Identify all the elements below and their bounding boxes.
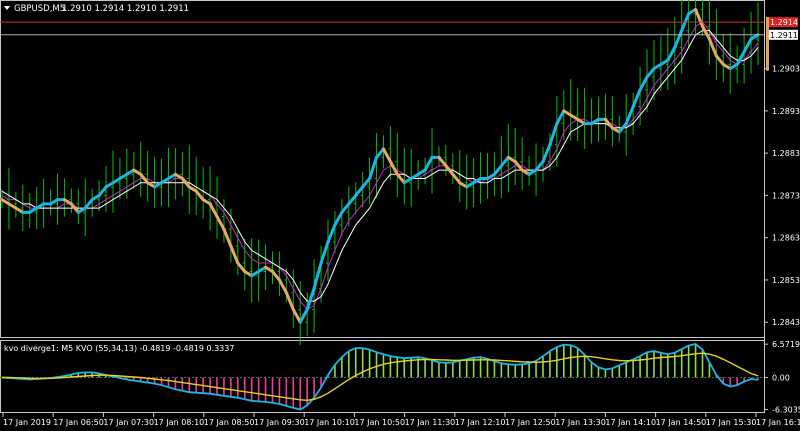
ask-price-label: 1.2914 [770, 18, 798, 27]
trend-segment [215, 215, 226, 231]
trend-segment [492, 164, 503, 176]
time-tick-label: 17 Jan 08:10 [154, 418, 205, 427]
time-tick-label: 17 Jan 09:30 [254, 418, 305, 427]
trend-segment [714, 54, 725, 66]
trend-segment [208, 202, 219, 219]
kvo-line [1, 343, 759, 411]
trend-segment [319, 240, 330, 265]
trend-segment [375, 147, 385, 159]
trend-segment [236, 261, 247, 273]
price-tick-label: 1.2883 [772, 149, 800, 158]
trend-segment [312, 261, 323, 290]
trend-segment [555, 109, 566, 126]
trend-segment [381, 147, 392, 164]
time-tick-label: 17 Jan 2019 [3, 418, 51, 427]
indicator-label: kvo diverge1: M5 KVO (55,34,13) -0.4819 … [4, 344, 234, 353]
trend-segment [83, 198, 94, 210]
price-tick-label: 1.2853 [772, 276, 800, 285]
trend-segment [194, 189, 205, 202]
price-tick-label: 1.2843 [772, 318, 800, 327]
time-tick-label: 17 Jan 08:50 [204, 418, 255, 427]
trend-segment [423, 155, 434, 172]
trend-segment [631, 88, 642, 109]
trend-segment [673, 29, 684, 49]
time-tick-label: 17 Jan 12:10 [455, 418, 506, 427]
time-tick-label: 17 Jan 10:50 [354, 418, 405, 427]
time-tick-label: 17 Jan 13:30 [555, 418, 606, 427]
ohlc-values: 1.2910 1.2914 1.2910 1.2911 [62, 4, 189, 14]
price-range-marker [766, 17, 769, 71]
trend-segment [291, 308, 302, 324]
trend-segment [229, 244, 240, 265]
time-tick-label: 17 Jan 12:50 [505, 418, 556, 427]
triangle-down-icon[interactable] [4, 6, 10, 10]
time-tick-label: 17 Jan 14:10 [605, 418, 656, 427]
current-price-label: 1.2911 [770, 31, 798, 40]
time-tick-label: 17 Jan 15:30 [706, 418, 757, 427]
candles [0, 0, 760, 346]
moving-averages [1, 21, 759, 311]
price-tick-label: 1.2873 [772, 191, 800, 200]
trend-segment [388, 160, 399, 176]
trend-segment [701, 24, 711, 41]
trend-segment [97, 185, 108, 197]
trend-segment [499, 155, 510, 168]
trend-line [0, 7, 760, 324]
main-chart-frame [0, 0, 765, 338]
time-tick-label: 17 Jan 07:30 [103, 418, 154, 427]
trend-segment [298, 308, 309, 324]
trend-segment [749, 33, 760, 41]
kvo-lines [1, 343, 759, 411]
price-tick-label: 1.2863 [772, 234, 800, 243]
price-tick-label: 1.2893 [772, 107, 800, 116]
trend-segment [326, 223, 337, 244]
time-tick-label: 17 Jan 11:30 [405, 418, 456, 427]
symbol-label: GBPUSD,M5 [14, 4, 65, 14]
trend-segment [270, 269, 281, 282]
ma-white-line [1, 30, 759, 302]
trend-segment [222, 227, 233, 248]
price-level-lines [0, 21, 764, 36]
trend-segment [742, 37, 753, 54]
trend-segment [277, 278, 288, 295]
trend-segment [451, 172, 462, 185]
trend-segment [284, 291, 295, 312]
trend-segment [645, 67, 656, 79]
indicator-axis: 6.5719 0.00 -6.3035 [764, 340, 800, 414]
ma-red-line [1, 21, 759, 311]
trend-segment [368, 155, 379, 181]
trading-chart[interactable]: 1.2843 1.2853 1.2863 1.2873 1.2883 1.2893 1.29… [0, 0, 800, 431]
trend-segment [347, 193, 358, 206]
trend-segment [548, 122, 559, 147]
trend-segment [666, 45, 677, 62]
trend-segment [340, 202, 351, 214]
indicator-tick-label: -6.3035 [772, 405, 800, 414]
trend-segment [638, 75, 649, 92]
time-axis: 17 Jan 2019 17 Jan 06:50 17 Jan 07:30 17 Ja… [2, 413, 800, 427]
time-tick-label: 17 Jan 06:50 [53, 418, 104, 427]
time-tick-label: 17 Jan 10:10 [304, 418, 355, 427]
trend-segment [354, 185, 365, 197]
trend-segment [333, 210, 344, 227]
time-tick-label: 17 Jan 14:50 [656, 418, 707, 427]
price-tick-label: 1.2903 [772, 65, 800, 74]
price-axis: 1.2843 1.2853 1.2863 1.2873 1.2883 1.2893 1.29… [764, 17, 800, 327]
indicator-tick-label: 0.00 [772, 374, 790, 383]
indicator-tick-label: 6.5719 [772, 340, 800, 349]
trend-segment [437, 155, 448, 168]
time-tick-label: 17 Jan 16:10 [756, 418, 800, 427]
trend-segment [541, 143, 552, 164]
trend-segment [395, 172, 406, 185]
trend-segment [361, 177, 372, 189]
trend-segment [534, 160, 545, 172]
